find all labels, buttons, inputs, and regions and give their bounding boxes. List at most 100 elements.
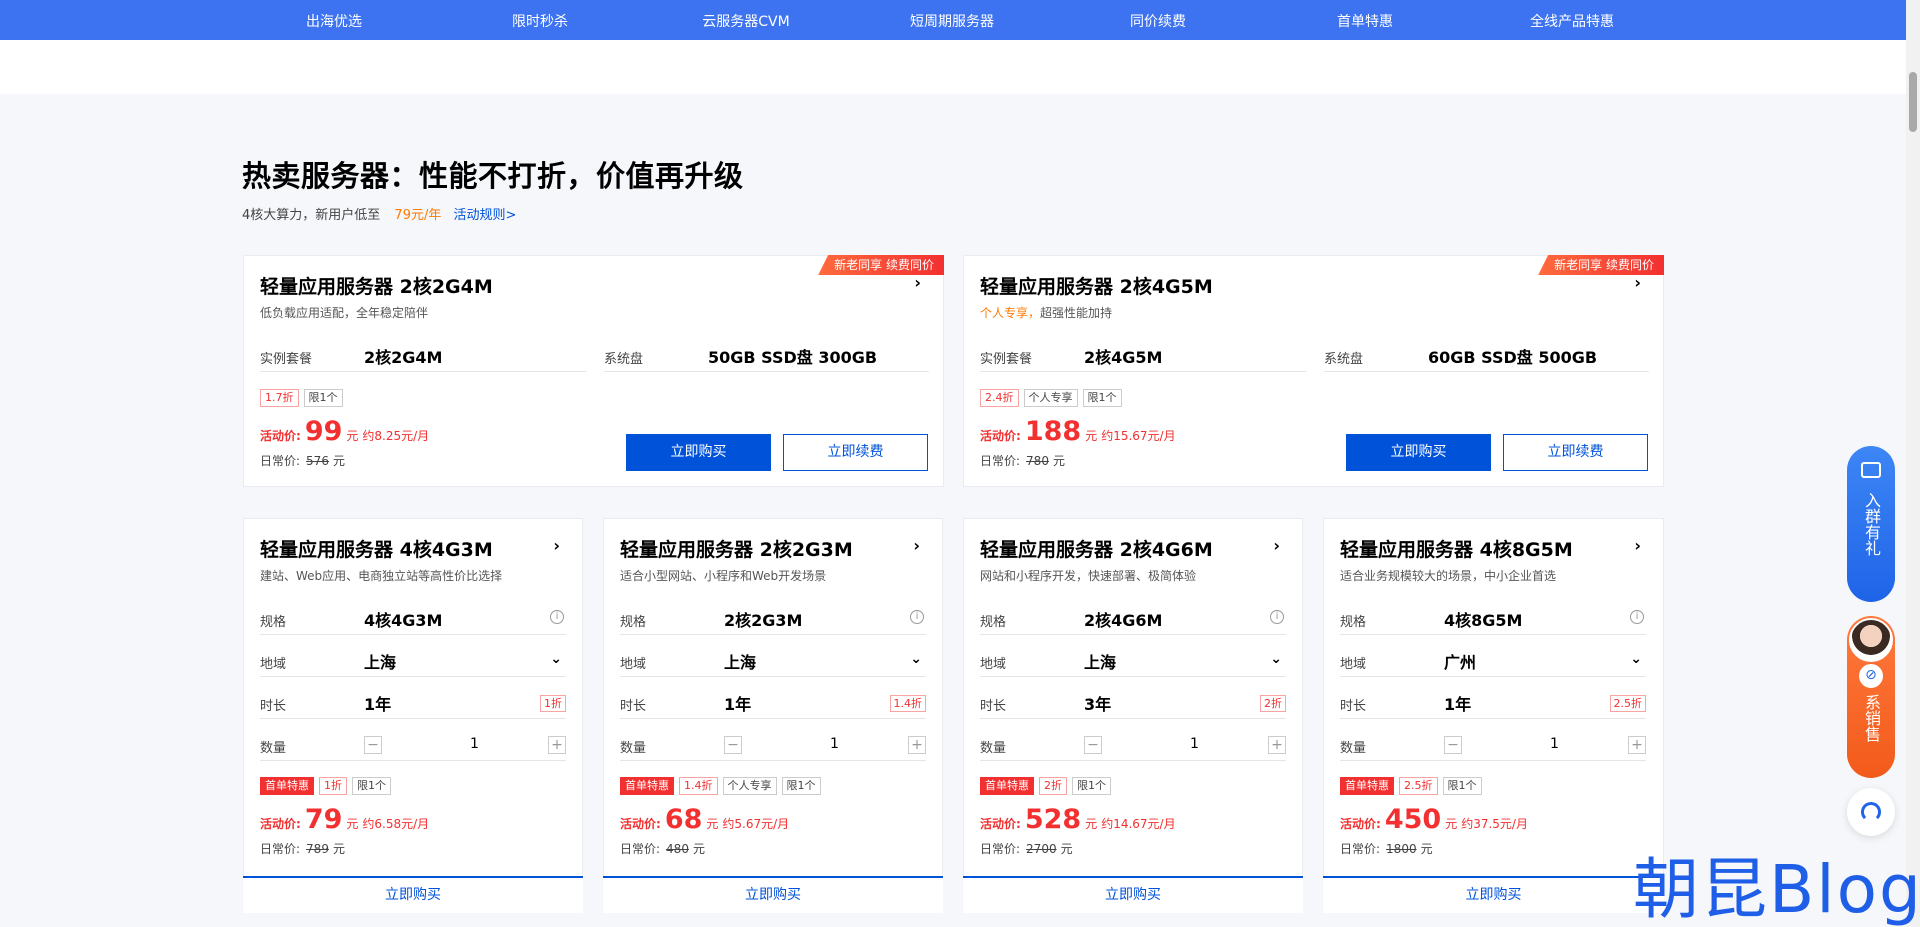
quantity-stepper: 数量 − 1 + [260,729,566,761]
card-title[interactable]: 轻量应用服务器 4核4G3M [260,535,493,562]
original-price: 日常价: 789 元 [260,840,345,857]
chevron-down-icon[interactable]: ⌄ [910,651,922,667]
first-order-tag: 首单特惠 [260,777,314,795]
info-icon[interactable]: i [550,610,564,624]
orig-unit: 元 [1420,842,1433,856]
duration-field[interactable]: 时长 1年 1折 [260,687,566,719]
field-value: 50GB SSD盘 300GB [708,348,878,367]
chevron-right-icon[interactable]: › [1634,273,1641,292]
join-group-widget[interactable]: 入群有礼 [1847,446,1895,602]
nav-item[interactable]: 首单特惠 [1337,11,1393,31]
plus-button[interactable]: + [908,736,926,754]
duration-field[interactable]: 时长 1年 1.4折 [620,687,926,719]
buy-button[interactable]: 立即购买 [626,434,771,471]
orig-unit: 元 [1052,454,1065,468]
price-unit: 元 [706,817,719,831]
duration-field[interactable]: 时长 1年 2.5折 [1340,687,1646,719]
nav-item[interactable]: 同价续费 [1130,11,1186,31]
orig-label: 日常价: [260,842,301,856]
nav-item[interactable]: 云服务器CVM [702,11,789,31]
chevron-right-icon[interactable]: › [1634,536,1641,555]
region-select[interactable]: 地域 上海 ⌄ [980,645,1286,677]
limit-tag: 限1个 [781,777,821,795]
card-title[interactable]: 轻量应用服务器 2核2G4M [260,272,493,299]
chevron-down-icon[interactable]: ⌄ [1270,651,1282,667]
price-unit: 元 [1085,429,1098,443]
chevron-down-icon[interactable]: ⌄ [1630,651,1642,667]
promo-ribbon: 新老同享 续费同价 [818,255,944,275]
price-value: 68 [664,804,703,835]
orig-label: 日常价: [1340,842,1381,856]
personal-tag: 个人专享 [1023,389,1078,407]
nav-item[interactable]: 短周期服务器 [910,11,994,31]
quantity-value[interactable]: 1 [470,736,479,752]
buy-button[interactable]: 立即购买 [1323,876,1664,913]
monthly-price: 约5.67元/月 [722,817,790,831]
subtitle-price: 79元/年 [394,208,442,223]
duration-field[interactable]: 时长 3年 2折 [980,687,1286,719]
tag-list: 首单特惠 1折 限1个 [260,777,391,795]
renew-button[interactable]: 立即续费 [783,434,928,471]
chevron-right-icon[interactable]: › [1273,536,1280,555]
card-desc: 适合业务规模较大的场景，中小企业首选 [1340,569,1557,583]
nav-item[interactable]: 全线产品特惠 [1530,11,1614,31]
monthly-price: 约14.67元/月 [1101,817,1176,831]
minus-button[interactable]: − [724,736,742,754]
chevron-right-icon[interactable]: › [913,536,920,555]
region-select[interactable]: 地域 广州 ⌄ [1340,645,1646,677]
nav-item[interactable]: 限时秒杀 [512,11,568,31]
product-card: 轻量应用服务器 4核8G5M › 适合业务规模较大的场景，中小企业首选 规格 4核… [1323,518,1664,913]
quantity-value[interactable]: 1 [1550,736,1559,752]
field-value: 2核4G6M [1084,611,1163,630]
contact-sales-widget[interactable]: ⊘ 系销售 [1847,616,1895,778]
activity-price: 活动价: 188 元约15.67元/月 [980,416,1176,447]
activity-price: 活动价: 79 元约6.58元/月 [260,804,429,835]
info-icon[interactable]: i [1270,610,1284,624]
renew-button[interactable]: 立即续费 [1503,434,1648,471]
page-scrollbar[interactable] [1906,0,1920,927]
price-label: 活动价: [980,429,1021,443]
discount-tag: 1折 [319,777,347,795]
chevron-right-icon[interactable]: › [553,536,560,555]
support-widget[interactable] [1847,788,1895,836]
first-order-tag: 首单特惠 [980,777,1034,795]
field-label: 数量 [260,741,287,756]
scrollbar-thumb[interactable] [1909,72,1917,132]
minus-button[interactable]: − [1084,736,1102,754]
buy-button[interactable]: 立即购买 [1346,434,1491,471]
buy-button[interactable]: 立即购买 [963,876,1303,913]
card-title[interactable]: 轻量应用服务器 4核8G5M [1340,535,1573,562]
chat-icon [1861,462,1881,478]
quantity-value[interactable]: 1 [830,736,839,752]
plus-button[interactable]: + [1268,736,1286,754]
minus-button[interactable]: − [1444,736,1462,754]
chevron-down-icon[interactable]: ⌄ [550,651,562,667]
field-label: 数量 [980,741,1007,756]
region-select[interactable]: 地域 上海 ⌄ [620,645,926,677]
buy-button[interactable]: 立即购买 [243,876,583,913]
activity-rules-link[interactable]: 活动规则> [454,208,517,223]
price-value: 79 [304,804,343,835]
card-title[interactable]: 轻量应用服务器 2核4G6M [980,535,1213,562]
nav-item[interactable]: 出海优选 [306,11,362,31]
sales-avatar [1849,618,1893,662]
orig-unit: 元 [332,842,345,856]
card-title[interactable]: 轻量应用服务器 2核2G3M [620,535,853,562]
field-value: 1年 [364,695,392,714]
orig-unit: 元 [332,454,345,468]
card-title[interactable]: 轻量应用服务器 2核4G5M [980,272,1213,299]
chevron-right-icon[interactable]: › [914,273,921,292]
field-label: 时长 [1340,699,1367,714]
quantity-value[interactable]: 1 [1190,736,1199,752]
orig-value: 1800 [1386,842,1417,856]
plus-button[interactable]: + [548,736,566,754]
region-select[interactable]: 地域 上海 ⌄ [260,645,566,677]
buy-button[interactable]: 立即购买 [603,876,943,913]
info-icon[interactable]: i [910,610,924,624]
minus-button[interactable]: − [364,736,382,754]
info-icon[interactable]: i [1630,610,1644,624]
field-value: 2核4G5M [1084,348,1163,367]
field-label: 地域 [260,657,287,672]
plus-button[interactable]: + [1628,736,1646,754]
field-label: 地域 [620,657,647,672]
